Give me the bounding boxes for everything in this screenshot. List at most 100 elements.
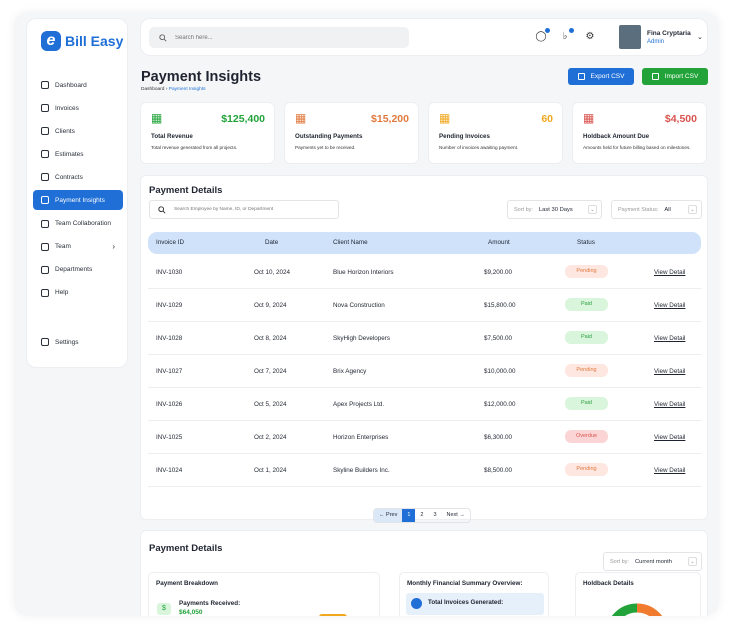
user-role: Admin: [647, 39, 665, 45]
sidebar-item-contracts[interactable]: Contracts: [33, 167, 123, 187]
topbar: ◯ ♭ ⚙ Fina Cryptaria Admin ⌄: [140, 18, 708, 56]
import-icon: [651, 73, 659, 80]
page-3[interactable]: 3: [428, 509, 441, 522]
view-detail-link[interactable]: View Detail: [654, 269, 685, 276]
page-2[interactable]: 2: [415, 509, 428, 522]
view-detail-link[interactable]: View Detail: [654, 335, 685, 342]
table-row[interactable]: INV-1028 Oct 8, 2024 SkyHigh Developers $7,…: [148, 322, 701, 355]
table-search: [149, 200, 339, 219]
sidebar-item-label: Dashboard: [55, 81, 87, 89]
invoice-id: INV-1030: [156, 269, 183, 276]
summary-highlight: Total Invoices Generated:: [406, 593, 544, 615]
payment-summary-section: Payment Details Sort by: Current month ⌄…: [140, 530, 708, 616]
stat-description: Payments yet to be received.: [295, 145, 356, 150]
pagination: ← Prev 1 2 3 Next →: [373, 508, 471, 523]
table-search-input[interactable]: [173, 207, 338, 212]
section-title: Payment Details: [149, 185, 223, 196]
sidebar-item-help[interactable]: Help: [33, 283, 123, 303]
prev-label: Prev: [386, 512, 398, 518]
import-label: Import CSV: [664, 73, 699, 80]
sort-select[interactable]: Sort by: Last 30 Days ⌄: [507, 200, 602, 219]
table-row[interactable]: INV-1025 Oct 2, 2024 Horizon Enterprises $6…: [148, 421, 701, 454]
amount: $8,500.00: [484, 467, 513, 474]
sidebar-item-team[interactable]: Team ›: [33, 237, 123, 257]
card-title: Holdback Details: [583, 580, 634, 587]
breakdown-bar: [319, 614, 347, 616]
breadcrumb-item[interactable]: Dashboard: [141, 87, 164, 92]
status-value: All: [664, 206, 671, 213]
help-icon: [41, 288, 49, 297]
table-row[interactable]: INV-1029 Oct 9, 2024 Nova Construction $15,…: [148, 289, 701, 322]
col-amount[interactable]: Amount: [488, 239, 510, 246]
view-detail-link[interactable]: View Detail: [654, 434, 685, 441]
next-button[interactable]: Next →: [442, 509, 470, 522]
view-detail-link[interactable]: View Detail: [654, 467, 685, 474]
chat-icon[interactable]: ◯: [535, 28, 550, 43]
sidebar-item-label: Payment Insights: [55, 196, 105, 204]
search-input[interactable]: [175, 34, 395, 41]
stat-title: Total Revenue: [151, 133, 193, 140]
sidebar-item-team-collaboration[interactable]: Team Collaboration: [33, 214, 123, 234]
client-name: Horizon Enterprises: [333, 434, 389, 441]
team-collaboration-icon: [41, 219, 49, 228]
page-title: Payment Insights: [141, 69, 262, 85]
status-badge: Paid: [565, 397, 608, 410]
invoice-date: Oct 5, 2024: [254, 401, 287, 408]
client-name: SkyHigh Developers: [333, 335, 391, 342]
sidebar-item-clients[interactable]: Clients: [33, 121, 123, 141]
invoice-date: Oct 8, 2024: [254, 335, 287, 342]
brand-name: Bill Easy: [65, 33, 124, 49]
col-date[interactable]: Date: [265, 239, 278, 246]
breadcrumb: Dashboard › Payment Insights: [141, 87, 206, 92]
stat-card-total-revenue: ▦ $125,400 Total Revenue Total revenue gene…: [140, 102, 275, 164]
status-label: Payment Status:: [618, 206, 659, 213]
import-csv-button[interactable]: Import CSV: [642, 68, 708, 85]
logo[interactable]: e Bill Easy: [41, 31, 123, 51]
stat-value: $125,400: [221, 113, 265, 125]
avatar[interactable]: [619, 25, 641, 49]
stat-value: 60: [541, 113, 553, 125]
holdback-details-card: Holdback Details: [575, 572, 701, 616]
amount: $10,000.00: [484, 368, 516, 375]
card-title: Monthly Financial Summary Overview:: [407, 580, 523, 587]
bell-icon[interactable]: ♭: [559, 28, 574, 43]
sidebar-item-dashboard[interactable]: Dashboard: [33, 75, 123, 95]
prev-button[interactable]: ← Prev: [374, 509, 403, 522]
sidebar-item-invoices[interactable]: Invoices: [33, 98, 123, 118]
card-title: Payment Breakdown: [156, 580, 218, 587]
export-icon: [577, 73, 585, 80]
table-row[interactable]: INV-1030 Oct 10, 2024 Blue Horizon Interio…: [148, 256, 701, 289]
sidebar-item-settings[interactable]: Settings: [33, 332, 123, 352]
search-icon: [159, 33, 167, 42]
sidebar-item-estimates[interactable]: Estimates: [33, 144, 123, 164]
chevron-right-icon: ›: [112, 242, 115, 252]
status-select[interactable]: Payment Status: All ⌄: [611, 200, 702, 219]
sidebar-settings: Settings: [33, 332, 123, 355]
sidebar-item-label: Clients: [55, 127, 75, 135]
col-client-name[interactable]: Client Name: [333, 239, 368, 246]
logo-icon: e: [41, 31, 61, 51]
stat-card-outstanding-payments: ▦ $15,200 Outstanding Payments Payments yet…: [284, 102, 419, 164]
section-title: Payment Details: [149, 543, 223, 554]
chevron-down-icon[interactable]: ⌄: [697, 33, 703, 41]
table-row[interactable]: INV-1026 Oct 5, 2024 Apex Projects Ltd. $12…: [148, 388, 701, 421]
col-status[interactable]: Status: [577, 239, 595, 246]
view-detail-link[interactable]: View Detail: [654, 302, 685, 309]
gear-icon[interactable]: ⚙: [584, 31, 596, 43]
departments-icon: [41, 265, 49, 274]
table-row[interactable]: INV-1024 Oct 1, 2024 Skyline Builders Inc.…: [148, 454, 701, 487]
page-1[interactable]: 1: [402, 509, 416, 522]
table-row[interactable]: INV-1027 Oct 7, 2024 Brix Agency $10,000.00…: [148, 355, 701, 388]
sidebar-item-payment-insights[interactable]: Payment Insights: [33, 190, 123, 211]
sidebar-item-departments[interactable]: Departments: [33, 260, 123, 280]
client-name: Blue Horizon Interiors: [333, 269, 394, 276]
stat-title: Pending Invoices: [439, 133, 490, 140]
view-detail-link[interactable]: View Detail: [654, 368, 685, 375]
invoice-date: Oct 7, 2024: [254, 368, 287, 375]
summary-sort-select[interactable]: Sort by: Current month ⌄: [603, 552, 702, 571]
col-invoice-id[interactable]: Invoice ID: [156, 239, 184, 246]
export-csv-button[interactable]: Export CSV: [568, 68, 634, 85]
invoice-date: Oct 2, 2024: [254, 434, 287, 441]
settings-icon: [41, 338, 49, 346]
view-detail-link[interactable]: View Detail: [654, 401, 685, 408]
